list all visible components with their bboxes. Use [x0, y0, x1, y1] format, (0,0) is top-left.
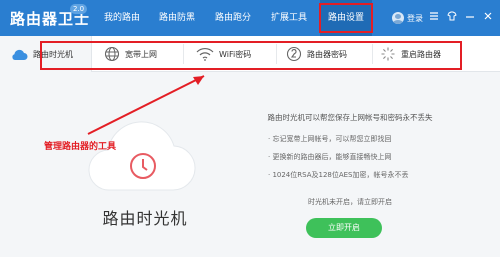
nav-settings-highlight-box — [319, 3, 373, 33]
nav-extension-tools[interactable]: 扩展工具 — [262, 0, 316, 36]
avatar-icon — [392, 12, 404, 24]
start-now-button[interactable]: 立即开启 — [306, 218, 382, 238]
title-bar: 路由器卫士 2.0 我的路由 路由防黑 路由跑分 扩展工具 路由设置 登录 — [0, 0, 500, 36]
skin-icon[interactable] — [446, 11, 458, 23]
product-title: 路由时光机 — [102, 209, 188, 228]
login-label: 登录 — [407, 13, 423, 23]
annotation-arrow — [87, 75, 205, 135]
app-window: 路由器卫士 2.0 我的路由 路由防黑 路由跑分 扩展工具 路由设置 登录 路由… — [0, 0, 500, 257]
annotation-label: 管理路由器的工具 — [44, 142, 117, 152]
feature-bullet: · 忘记宽带上网帐号，可以帮您立即找回 — [268, 135, 392, 143]
feature-bullet: · 更换新的路由器后，能够直接畅快上网 — [268, 153, 392, 161]
info-heading: 路由时光机可以帮您保存上网帐号和密码永不丢失 — [267, 113, 433, 122]
nav-router-benchmark[interactable]: 路由跑分 — [206, 0, 260, 36]
minimize-icon[interactable] — [464, 11, 476, 23]
close-icon[interactable] — [482, 11, 494, 23]
timemachine-icon — [130, 153, 156, 179]
nav-router-antihack[interactable]: 路由防黑 — [150, 0, 204, 36]
feature-bullet: · 1024位RSA及128位AES加密，帐号永不丢 — [268, 171, 409, 179]
nav-my-router[interactable]: 我的路由 — [96, 0, 148, 36]
version-badge: 2.0 — [70, 4, 88, 14]
menu-icon[interactable] — [428, 11, 440, 23]
cloud-icon — [12, 49, 28, 60]
status-note: 时光机未开启，请立即开启 — [308, 198, 392, 206]
login-button[interactable]: 登录 — [392, 11, 423, 25]
